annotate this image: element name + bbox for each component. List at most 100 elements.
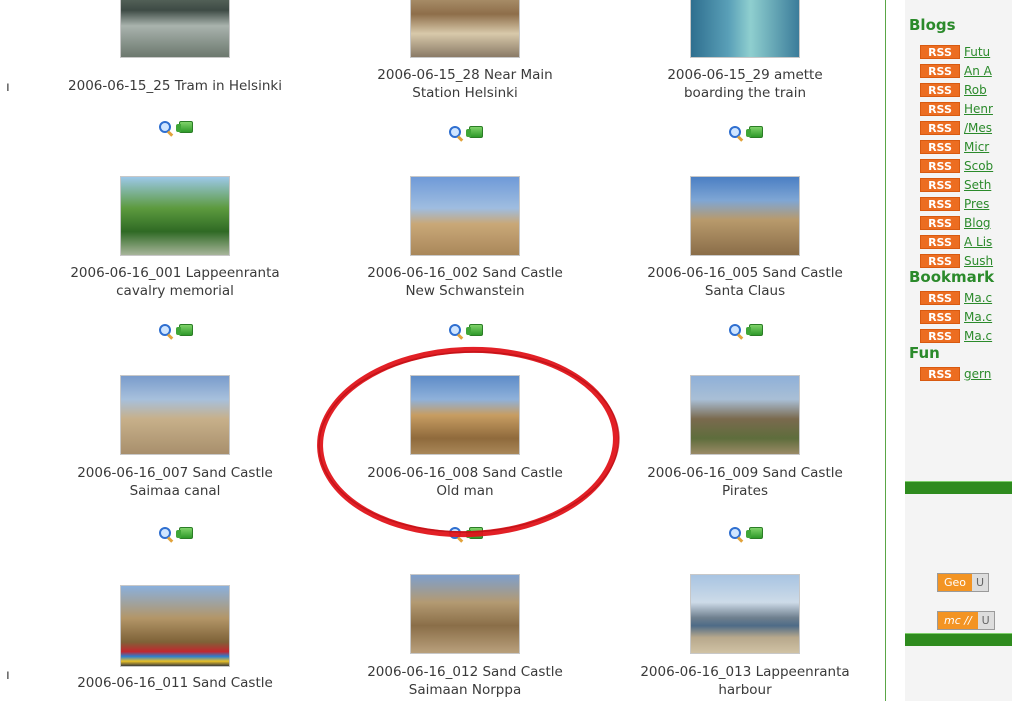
rss-badge[interactable]: RSS [920,64,960,78]
rss-badge[interactable]: RSS [920,102,960,116]
photo-caption[interactable]: 2006-06-15_25 Tram in Helsinki [35,77,315,95]
photo-caption[interactable]: 2006-06-16_013 Lappeenranta harbour [605,663,885,699]
photo-caption[interactable]: 2006-06-15_29 amette boarding the train [605,66,885,102]
rss-badge[interactable]: RSS [920,45,960,59]
photo-thumbnail-sand-castle-canal[interactable] [120,375,230,455]
photo-caption[interactable]: 2006-06-16_009 Sand Castle Pirates [605,464,885,500]
mc-badge[interactable]: mc //U [937,611,995,630]
photo-caption[interactable]: 2006-06-15_28 Near Main Station Helsinki [325,66,605,102]
gallery-icon[interactable] [176,121,193,133]
feed-link[interactable]: Henr [964,102,993,116]
feed-link[interactable]: Seth [964,178,991,192]
photo-caption[interactable]: 2006-06-16_001 Lappeenranta cavalry memo… [35,264,315,300]
magnifier-icon[interactable] [449,126,464,142]
rss-badge[interactable]: RSS [920,367,960,381]
feed-link[interactable]: Blog [964,216,991,230]
section-title-bookmarks: Bookmark [909,268,995,286]
feed-link[interactable]: Pres [964,197,989,211]
feed-link[interactable]: Rob [964,83,987,97]
geo-url-badge[interactable]: Geo U [937,573,990,592]
photo-thumbnail-train[interactable] [690,0,800,58]
photo-caption[interactable]: 2006-06-16_012 Sand Castle Saimaan Norpp… [325,663,605,699]
gallery-icon[interactable] [176,324,193,336]
feed-item[interactable]: RSS Ma.c [920,291,992,306]
feed-link[interactable]: Ma.c [964,291,992,305]
truncated-caption-fragment: ı [6,79,10,95]
feed-link[interactable]: Ma.c [964,310,992,324]
green-separator-bar [905,481,1012,494]
gallery-icon[interactable] [466,126,483,138]
feed-link[interactable]: /Mes [964,121,992,135]
feed-item[interactable]: RSS/Mes [920,121,992,136]
feed-item[interactable]: RSS Henr [920,102,993,117]
photo-gallery: ı ı 2006-06-15_25 Tram in Helsinki 2006-… [0,0,885,701]
rss-badge[interactable]: RSS [920,178,960,192]
feed-item[interactable]: RSS Ma.c [920,329,992,344]
gallery-icon[interactable] [746,324,763,336]
feed-item[interactable]: RSS A Lis [920,235,992,250]
photo-caption[interactable]: 2006-06-16_008 Sand Castle Old man [325,464,605,500]
feed-item[interactable]: RSS Pres [920,197,989,212]
photo-caption[interactable]: 2006-06-16_007 Sand Castle Saimaa canal [35,464,315,500]
photo-thumbnail-sand-castle[interactable] [120,585,230,667]
rss-badge[interactable]: RSS [920,254,960,268]
feed-item[interactable]: RSS Rob [920,83,987,98]
feed-item[interactable]: RSS Blog [920,216,991,231]
rss-badge[interactable]: RSS [920,216,960,230]
feed-link[interactable]: Micr [964,140,989,154]
feed-item[interactable]: RSS Ma.c [920,310,992,325]
photo-thumbnail-tram[interactable] [120,0,230,58]
sidebar: Blogs RSS Futu RSS An A RSS Rob RSS Henr RSS… [905,0,1012,701]
feed-item[interactable]: RSS Micr [920,140,989,155]
feed-link[interactable]: Ma.c [964,329,992,343]
magnifier-icon[interactable] [159,324,174,340]
feed-item[interactable]: RSS gern [920,367,991,382]
magnifier-icon[interactable] [449,324,464,340]
rss-badge[interactable]: RSS [920,235,960,249]
photo-thumbnail-sand-castle-norppa[interactable] [410,574,520,654]
feed-link[interactable]: A Lis [964,235,992,249]
photo-thumbnail-station[interactable] [410,0,520,58]
section-title-blogs: Blogs [909,16,956,34]
feed-item[interactable]: RSS An A [920,64,992,79]
rss-badge[interactable]: RSS [920,121,960,135]
photo-thumbnail-sand-castle-pirates[interactable] [690,375,800,455]
gallery-icon[interactable] [466,324,483,336]
feed-link[interactable]: Sush [964,254,993,268]
gallery-icon[interactable] [746,527,763,539]
photo-thumbnail-memorial[interactable] [120,176,230,256]
photo-thumbnail-harbour[interactable] [690,574,800,654]
feed-item[interactable]: RSS Futu [920,45,990,60]
magnifier-icon[interactable] [449,527,464,543]
feed-link[interactable]: An A [964,64,992,78]
section-title-fun: Fun [909,344,940,362]
feed-item[interactable]: RSS Scob [920,159,993,174]
gallery-icon[interactable] [746,126,763,138]
rss-badge[interactable]: RSS [920,310,960,324]
gallery-icon[interactable] [466,527,483,539]
rss-badge[interactable]: RSS [920,291,960,305]
magnifier-icon[interactable] [729,126,744,142]
feed-link[interactable]: gern [964,367,991,381]
rss-badge[interactable]: RSS [920,159,960,173]
feed-item[interactable]: RSS Sush [920,254,993,269]
photo-thumbnail-sand-castle-schwanstein[interactable] [410,176,520,256]
rss-badge[interactable]: RSS [920,329,960,343]
rss-badge[interactable]: RSS [920,140,960,154]
magnifier-icon[interactable] [159,121,174,137]
magnifier-icon[interactable] [729,527,744,543]
photo-caption[interactable]: 2006-06-16_011 Sand Castle [35,674,315,692]
gallery-icon[interactable] [176,527,193,539]
photo-caption[interactable]: 2006-06-16_002 Sand Castle New Schwanste… [325,264,605,300]
photo-thumbnail-sand-castle-old-man[interactable] [410,375,520,455]
photo-caption[interactable]: 2006-06-16_005 Sand Castle Santa Claus [605,264,885,300]
photo-thumbnail-sand-castle-santa[interactable] [690,176,800,256]
green-separator-bar [905,633,1012,646]
feed-item[interactable]: RSS Seth [920,178,991,193]
magnifier-icon[interactable] [159,527,174,543]
rss-badge[interactable]: RSS [920,197,960,211]
feed-link[interactable]: Scob [964,159,993,173]
magnifier-icon[interactable] [729,324,744,340]
feed-link[interactable]: Futu [964,45,990,59]
rss-badge[interactable]: RSS [920,83,960,97]
